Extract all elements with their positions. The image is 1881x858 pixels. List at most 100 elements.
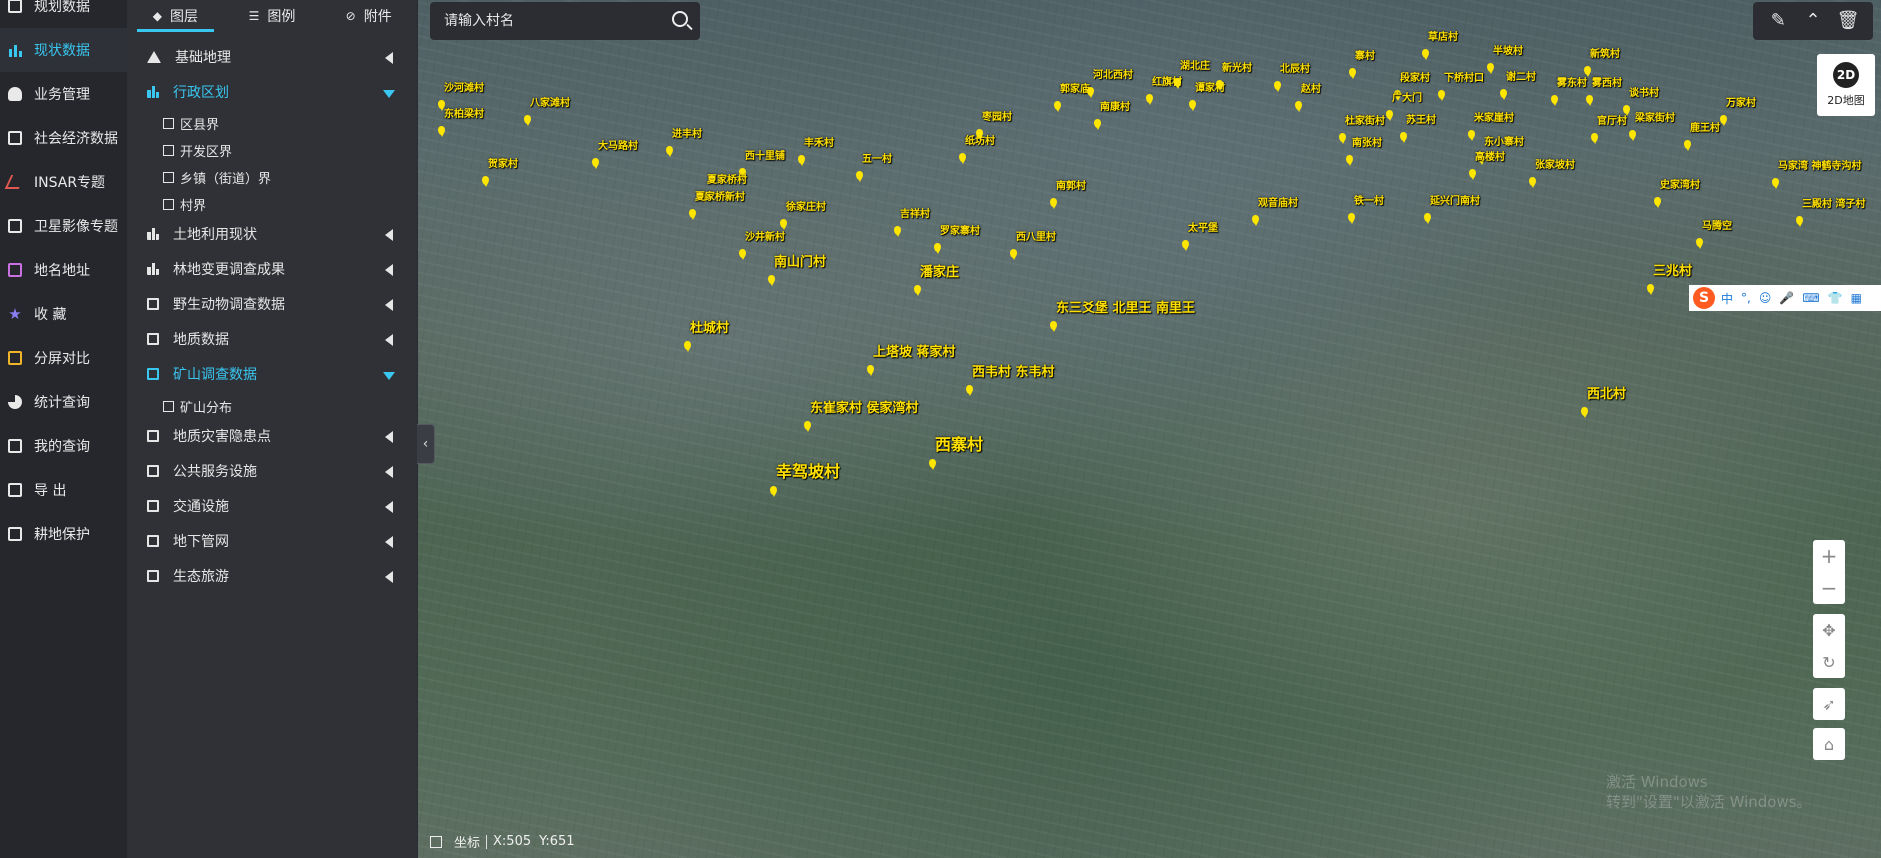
village-pin-icon[interactable] (966, 385, 973, 396)
village-label[interactable]: 草店村 (1428, 33, 1458, 43)
village-label[interactable]: 史家湾村 (1660, 181, 1700, 191)
village-label[interactable]: 新筑村 (1590, 50, 1620, 60)
village-label[interactable]: 枣园村 (982, 113, 1012, 123)
village-pin-icon[interactable] (1346, 155, 1353, 166)
village-pin-icon[interactable] (976, 129, 983, 140)
nav-item-socioeconomic-data[interactable]: 社会经济数据 (0, 116, 127, 160)
village-pin-icon[interactable] (1581, 407, 1588, 418)
layer-item-village-boundary[interactable]: 村界 (163, 193, 206, 215)
village-label[interactable]: 湖北庄 (1180, 62, 1210, 72)
village-pin-icon[interactable] (684, 341, 691, 352)
zoom-out-button[interactable]: − (1813, 572, 1845, 604)
search-input[interactable] (430, 13, 650, 29)
tab-layers[interactable]: ◆ 图层 (127, 0, 224, 32)
village-label[interactable]: 沙河滩村 (444, 84, 484, 94)
village-label[interactable]: 铁一村 (1354, 197, 1384, 207)
nav-item-business-management[interactable]: 业务管理 (0, 72, 127, 116)
village-label[interactable]: 贺家村 (488, 160, 518, 170)
collapse-arrow-icon[interactable] (385, 536, 393, 548)
village-label[interactable]: 郭家庙 (1060, 85, 1090, 95)
village-label[interactable]: 谢二村 (1506, 73, 1536, 83)
village-label[interactable]: 广大门 (1392, 94, 1422, 104)
village-label[interactable]: 谈书村 (1629, 89, 1659, 99)
nav-item-statistics[interactable]: 统计查询 (0, 380, 127, 424)
village-label[interactable]: 三殿村 湾子村 (1802, 200, 1865, 210)
village-pin-icon[interactable] (1529, 177, 1536, 188)
zoom-in-button[interactable]: + (1813, 540, 1845, 572)
nav-item-farmland-protection[interactable]: 耕地保护 (0, 512, 127, 556)
village-label[interactable]: 观音庙村 (1258, 199, 1298, 209)
village-pin-icon[interactable] (1274, 81, 1281, 92)
village-pin-icon[interactable] (1348, 213, 1355, 224)
checkbox[interactable] (163, 144, 174, 156)
village-label[interactable]: 雾西村 (1592, 79, 1622, 89)
search-icon[interactable] (672, 11, 688, 27)
collapse-arrow-icon[interactable] (385, 334, 393, 346)
village-label[interactable]: 南山门村 (774, 256, 826, 269)
village-pin-icon[interactable] (1422, 49, 1429, 60)
village-pin-icon[interactable] (929, 459, 936, 470)
collapse-arrow-icon[interactable] (385, 431, 393, 443)
village-label[interactable]: 高楼村 (1475, 153, 1505, 163)
home-icon[interactable]: ⌂ (1813, 728, 1845, 760)
village-label[interactable]: 西寨村 (935, 437, 983, 453)
village-pin-icon[interactable] (1586, 95, 1593, 106)
village-pin-icon[interactable] (1796, 216, 1803, 227)
village-label[interactable]: 南郭村 (1056, 182, 1086, 192)
village-label[interactable]: 河北西村 (1093, 71, 1133, 81)
skin-icon[interactable]: 👕 (1828, 291, 1843, 305)
village-label[interactable]: 鹿王村 (1690, 124, 1720, 134)
nav-item-satellite-imagery[interactable]: 卫星影像专题 (0, 204, 127, 248)
village-label[interactable]: 吉祥村 (900, 210, 930, 220)
layer-item-devzone-boundary[interactable]: 开发区界 (163, 139, 232, 161)
village-pin-icon[interactable] (768, 275, 775, 286)
ime-punctuation[interactable]: °, (1741, 291, 1751, 305)
layer-group-mine-survey[interactable]: 矿山调查数据 (127, 357, 417, 391)
village-label[interactable]: 南张村 (1352, 139, 1382, 149)
village-label[interactable]: 延兴门南村 (1430, 197, 1480, 207)
nav-item-favorites[interactable]: ★ 收 藏 (0, 292, 127, 336)
village-pin-icon[interactable] (1424, 213, 1431, 224)
village-pin-icon[interactable] (666, 146, 673, 157)
village-label[interactable]: 三兆村 (1653, 265, 1692, 278)
village-pin-icon[interactable] (592, 158, 599, 169)
layer-group-eco-tourism[interactable]: 生态旅游 (127, 559, 417, 593)
village-label[interactable]: 大马路村 (598, 142, 638, 152)
2d-mode-toggle[interactable]: 2D 2D地图 (1817, 54, 1875, 116)
village-label[interactable]: 梁家街村 (1635, 114, 1675, 124)
pan-icon[interactable]: ✥ (1813, 614, 1845, 646)
toolbox-icon[interactable]: ▦ (1851, 291, 1862, 305)
village-pin-icon[interactable] (1591, 133, 1598, 144)
village-pin-icon[interactable] (1050, 198, 1057, 209)
village-pin-icon[interactable] (1438, 90, 1445, 101)
keyboard-icon[interactable]: ⌨ (1802, 291, 1819, 305)
map-view[interactable] (418, 0, 1881, 858)
nav-item-planning-data[interactable]: 规划数据 (0, 0, 127, 28)
village-pin-icon[interactable] (894, 226, 901, 237)
village-label[interactable]: 杜城村 (690, 322, 729, 335)
village-label[interactable]: 西北村 (1587, 388, 1626, 401)
village-pin-icon[interactable] (959, 153, 966, 164)
layer-group-wildlife-survey[interactable]: 野生动物调查数据 (127, 287, 417, 321)
village-label[interactable]: 进丰村 (672, 130, 702, 140)
village-pin-icon[interactable] (438, 100, 445, 111)
layer-group-admin-divisions[interactable]: 行政区划 (127, 75, 417, 109)
microphone-icon[interactable]: 🎤 (1779, 291, 1794, 305)
village-label[interactable]: 东崔家村 侯家湾村 (810, 402, 919, 415)
village-pin-icon[interactable] (1174, 78, 1181, 89)
checkbox[interactable] (163, 400, 174, 412)
village-pin-icon[interactable] (867, 365, 874, 376)
nav-item-current-data[interactable]: 现状数据 (0, 28, 127, 72)
panel-collapse-button[interactable]: ‹ (417, 424, 435, 464)
village-pin-icon[interactable] (438, 126, 445, 137)
village-label[interactable]: 张家坡村 (1535, 161, 1575, 171)
collapse-arrow-icon[interactable] (385, 501, 393, 513)
layer-group-forest-survey[interactable]: 林地变更调查成果 (127, 252, 417, 286)
village-pin-icon[interactable] (1182, 240, 1189, 251)
village-label[interactable]: 杜家街村 (1345, 117, 1385, 127)
layer-group-public-services[interactable]: 公共服务设施 (127, 454, 417, 488)
layer-item-town-boundary[interactable]: 乡镇（街道）界 (163, 166, 271, 188)
village-pin-icon[interactable] (1647, 284, 1654, 295)
village-pin-icon[interactable] (739, 249, 746, 260)
village-pin-icon[interactable] (1696, 238, 1703, 249)
